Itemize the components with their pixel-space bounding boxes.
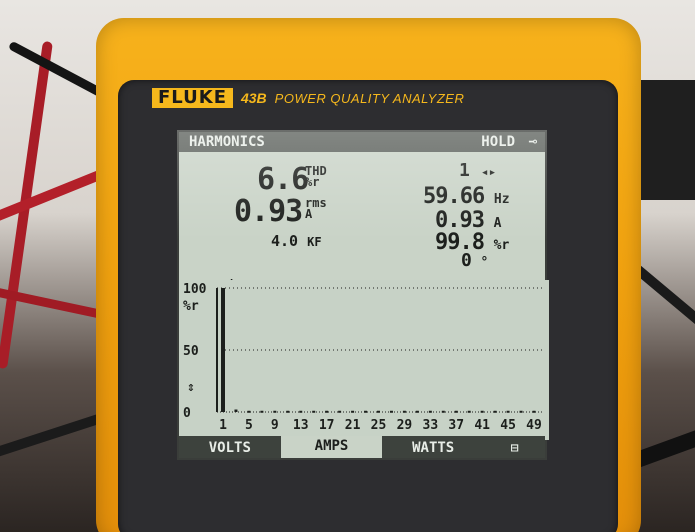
harmonic-bar [467, 410, 471, 413]
harmonic-bar [260, 410, 264, 413]
harmonic-bar [519, 410, 523, 413]
harmonic-bar [247, 410, 251, 413]
x-tick-label: 41 [474, 418, 490, 433]
harmonic-bar [480, 410, 484, 413]
x-tick-label: 17 [319, 418, 335, 433]
y-tick-label: 100 [183, 282, 207, 297]
harmonic-bar [402, 410, 406, 413]
plug-icon: ⊸ [528, 134, 537, 150]
device-description: POWER QUALITY ANALYZER [274, 90, 465, 106]
x-tick-label: 45 [500, 418, 516, 433]
rms-label: rms A [305, 197, 327, 221]
x-tick-label: 9 [271, 418, 279, 433]
x-tick-label: 13 [293, 418, 309, 433]
screen-header: HARMONICS HOLD ⊸ [179, 132, 545, 152]
harmonic-number: 1 [459, 160, 470, 181]
harmonic-selector: 1 ◂▸ [459, 160, 496, 181]
phase-row: 0 ° [461, 250, 488, 271]
tab-watts[interactable]: WATTS [382, 438, 484, 456]
thd-value: 6.6 [257, 162, 309, 197]
harmonic-bar [351, 410, 355, 413]
harmonic-bar [273, 410, 277, 413]
harmonic-bar [506, 410, 510, 413]
harmonic-bar [286, 410, 290, 413]
hold-indicator: HOLD [481, 134, 515, 150]
phase-value: 0 [461, 250, 472, 271]
x-tick-label: 29 [397, 418, 413, 433]
harmonic-bar [415, 410, 419, 413]
brand-logo: FLUKE [152, 88, 233, 108]
lcd-screen: HARMONICS HOLD ⊸ 6.6 THD %r 0.93 rms A 4… [177, 130, 549, 460]
harmonic-bar [454, 410, 458, 413]
harmonics-bar-chart: 100 50 0 %r ⇕ 1 5 9 13 17 21 25 29 33 37 41 45 49 [183, 282, 542, 433]
x-tick-label: 37 [448, 418, 464, 433]
harmonic-bar [389, 410, 393, 413]
frequency-row: 59.66 Hz [423, 184, 510, 209]
harmonic-bar [299, 410, 303, 413]
percent-unit: %r [493, 238, 510, 253]
harmonic-bar [493, 410, 497, 413]
y-tick-label: 0 [183, 406, 191, 421]
cursor-left-right-icon: ◂▸ [480, 165, 497, 180]
harmonic-bar [234, 409, 238, 412]
current-unit: A [493, 216, 502, 231]
window-icon[interactable]: ⊟ [484, 439, 545, 456]
harmonic-bar [221, 288, 225, 412]
x-tick-label: 25 [371, 418, 387, 433]
softkey-bar: VOLTS AMPS WATTS ⊟ [179, 436, 545, 458]
harmonic-bar [428, 410, 432, 413]
x-tick-label: 5 [245, 418, 253, 433]
harmonic-bar [377, 410, 380, 413]
harmonic-bar [441, 410, 445, 413]
harmonic-bar [532, 410, 536, 413]
brand-bar: FLUKE 43B POWER QUALITY ANALYZER [152, 88, 464, 108]
harmonic-bar [325, 410, 329, 413]
scroll-updown-icon: ⇕ [187, 380, 195, 395]
x-tick-label: 49 [526, 418, 542, 433]
harmonic-bar [364, 410, 368, 413]
model-number: 43B [240, 90, 267, 106]
kf-row: 4.0 KF [271, 232, 322, 250]
tab-volts[interactable]: VOLTS [179, 438, 281, 456]
thd-label: THD %r [305, 165, 327, 189]
x-tick-label: 1 [219, 418, 227, 433]
frequency-unit: Hz [493, 192, 510, 207]
tab-amps[interactable]: AMPS [280, 436, 383, 458]
x-tick-label: 21 [345, 418, 361, 433]
rms-unit: A [305, 207, 313, 221]
kf-label: KF [307, 235, 322, 249]
rms-value: 0.93 [234, 194, 303, 229]
harmonics-chart: 100 50 0 %r ⇕ 1 5 9 13 17 21 25 29 33 37 41 45 49 [179, 280, 549, 440]
thd-unit: %r [305, 175, 320, 189]
frequency-value: 59.66 [423, 184, 485, 209]
y-tick-label: 50 [183, 344, 199, 359]
mode-title: HARMONICS [189, 134, 265, 150]
x-tick-label: 33 [423, 418, 439, 433]
harmonic-bar [312, 410, 316, 413]
harmonic-bar [338, 410, 342, 413]
kf-value: 4.0 [271, 232, 299, 250]
y-axis-unit: %r [183, 299, 199, 314]
phase-unit: ° [480, 255, 489, 270]
